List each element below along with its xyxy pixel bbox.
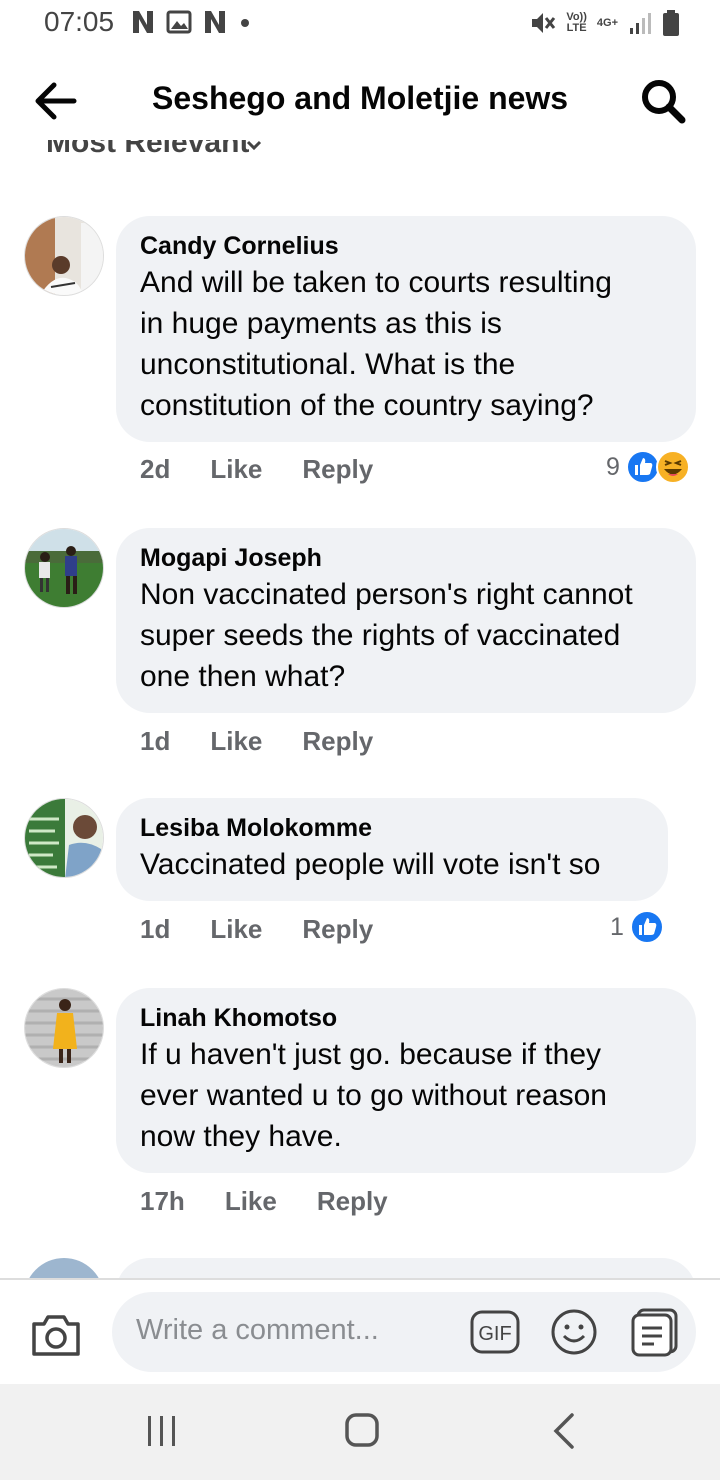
camera-icon[interactable] xyxy=(30,1312,82,1358)
reply-button[interactable]: Reply xyxy=(302,454,373,485)
comment-time: 1d xyxy=(140,914,171,944)
partial-comment xyxy=(0,1258,720,1278)
mute-icon xyxy=(532,13,556,33)
comment-text-line: now they have. xyxy=(140,1120,342,1153)
comment-composer: Write a comment... GIF xyxy=(0,1280,720,1384)
network-label: 4G+ xyxy=(596,16,618,29)
like-button[interactable]: Like xyxy=(210,914,262,945)
avatar[interactable] xyxy=(24,1258,104,1278)
avatar[interactable] xyxy=(24,988,104,1068)
comment-text-line: And will be taken to courts resulting xyxy=(140,266,612,299)
gif-icon[interactable]: GIF xyxy=(470,1310,520,1354)
comment-actions: 1d Like Reply xyxy=(140,914,373,945)
dot-icon xyxy=(241,19,249,27)
chevron-down-icon xyxy=(246,140,262,151)
comment-placeholder: Write a comment... xyxy=(136,1314,379,1346)
gallery-icon xyxy=(166,10,192,34)
reply-button[interactable]: Reply xyxy=(302,914,373,945)
comment-author[interactable]: Candy Cornelius xyxy=(140,230,672,262)
like-reaction-icon xyxy=(629,910,664,944)
comment-text-line: one then what? xyxy=(140,660,346,693)
reaction-count: 1 xyxy=(610,912,624,941)
avatar[interactable] xyxy=(24,798,104,878)
netflix-n-icon xyxy=(133,11,153,33)
emoji-icon[interactable] xyxy=(550,1308,598,1356)
comment-text-line: unconstitutional. What is the xyxy=(140,348,516,381)
reply-button[interactable]: Reply xyxy=(317,1186,388,1217)
comment-text-line: in huge payments as this is xyxy=(140,307,502,340)
comment-input[interactable]: Write a comment... GIF xyxy=(112,1292,696,1372)
notification-icons xyxy=(130,9,252,35)
comment-actions: 2d Like Reply xyxy=(140,454,373,485)
comment-bubble[interactable] xyxy=(116,1258,696,1278)
arrow-left-icon[interactable] xyxy=(30,77,82,125)
comment-time: 2d xyxy=(140,454,171,484)
comment-bubble[interactable]: Candy Cornelius And will be taken to cou… xyxy=(116,216,696,442)
comment-text-line: Vaccinated people will vote isn't so xyxy=(140,848,601,881)
status-bar: 07:05 Vo)) LTE 4G+ xyxy=(0,0,720,50)
comment-author[interactable]: Lesiba Molokomme xyxy=(140,812,644,844)
reaction-summary[interactable]: 9 xyxy=(606,450,690,484)
comment-bubble[interactable]: Lesiba Molokomme Vaccinated people will … xyxy=(116,798,668,901)
sort-label: Most Relevant xyxy=(46,140,250,159)
comment-text-line: constitution of the country saying? xyxy=(140,389,594,422)
comment-time: 17h xyxy=(140,1186,185,1216)
comment-actions: 17h Like Reply xyxy=(140,1186,388,1217)
like-button[interactable]: Like xyxy=(225,1186,277,1217)
like-button[interactable]: Like xyxy=(210,726,262,757)
recents-icon[interactable] xyxy=(146,1414,178,1448)
comment-text-line: super seeds the rights of vaccinated xyxy=(140,619,621,652)
comment-actions: 1d Like Reply xyxy=(140,726,373,757)
sticker-icon[interactable] xyxy=(630,1306,680,1358)
system-icons: Vo)) LTE 4G+ xyxy=(530,9,680,37)
home-icon[interactable] xyxy=(344,1412,380,1448)
comment-bubble[interactable]: Linah Khomotso If u haven't just go. bec… xyxy=(116,988,696,1173)
reaction-count: 9 xyxy=(606,452,620,481)
back-nav-icon[interactable] xyxy=(550,1412,578,1450)
page-title: Seshego and Moletjie news xyxy=(152,80,569,116)
status-time: 07:05 xyxy=(44,6,115,37)
like-reaction-icon xyxy=(625,450,660,484)
battery-icon xyxy=(663,10,679,36)
reaction-summary[interactable]: 1 xyxy=(610,910,664,944)
avatar[interactable] xyxy=(24,528,104,608)
haha-reaction-icon xyxy=(655,450,690,484)
system-nav-bar xyxy=(0,1384,720,1480)
comment-bubble[interactable]: Mogapi Joseph Non vaccinated person's ri… xyxy=(116,528,696,713)
comment-text-line: ever wanted u to go without reason xyxy=(140,1079,607,1112)
comment-text-line: Non vaccinated person's right cannot xyxy=(140,578,633,611)
comment-text-line: If u haven't just go. because if they xyxy=(140,1038,602,1071)
signal-icon xyxy=(630,13,651,34)
comment-author[interactable]: Linah Khomotso xyxy=(140,1002,672,1034)
avatar[interactable] xyxy=(24,216,104,296)
comment-time: 1d xyxy=(140,726,171,756)
app-header: Seshego and Moletjie news xyxy=(0,55,720,145)
reply-button[interactable]: Reply xyxy=(302,726,373,757)
volte-label: Vo)) LTE xyxy=(566,11,587,34)
search-icon[interactable] xyxy=(638,77,688,127)
gif-label: GIF xyxy=(478,1323,511,1345)
sort-dropdown[interactable]: Most Relevant xyxy=(0,140,720,162)
netflix-n-icon xyxy=(205,11,225,33)
like-button[interactable]: Like xyxy=(210,454,262,485)
comment-author[interactable]: Mogapi Joseph xyxy=(140,542,672,574)
